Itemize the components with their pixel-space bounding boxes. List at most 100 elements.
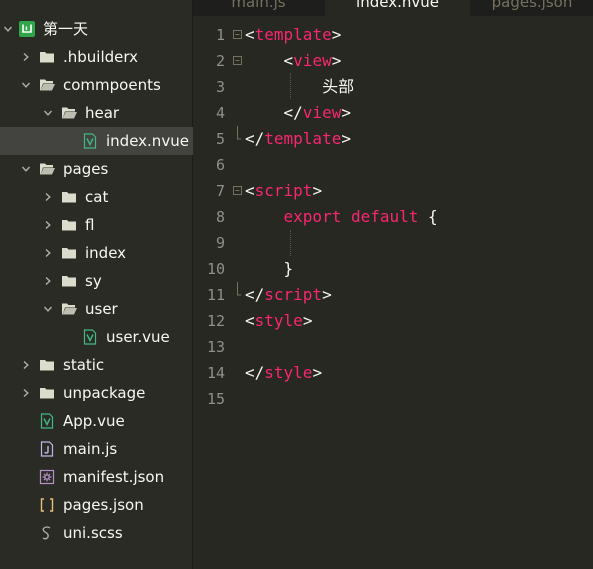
tab-main-js[interactable]: main.js — [193, 0, 324, 16]
tree-item-label: manifest.json — [63, 468, 165, 486]
code-token: 头部 — [322, 77, 355, 96]
folder-icon — [61, 273, 77, 289]
syntax-token: template — [254, 25, 332, 44]
tree-item-label: unpackage — [63, 384, 146, 402]
line-number: 12 — [206, 312, 225, 330]
file-row[interactable]: user.vue — [0, 323, 193, 351]
chevron-right-icon[interactable] — [20, 43, 32, 71]
syntax-token: export default — [283, 207, 419, 226]
tab-pages-json[interactable]: pages.json — [471, 0, 593, 16]
chevron-down-icon[interactable] — [42, 99, 54, 127]
chevron-right-icon[interactable] — [42, 183, 54, 211]
code-line[interactable]: 8 export default { — [193, 204, 593, 230]
folder-row[interactable]: hear — [0, 99, 193, 127]
line-number: 1 — [215, 26, 225, 44]
code-text: <style> — [245, 308, 312, 334]
code-line[interactable]: 15 — [193, 386, 593, 412]
code-token: } — [245, 259, 294, 278]
line-number: 8 — [215, 208, 225, 226]
chevron-right-icon[interactable] — [20, 379, 32, 407]
code-line[interactable]: 14 </style> — [193, 360, 593, 386]
code-token: > — [302, 311, 313, 330]
file-row[interactable]: pages.json — [0, 491, 193, 519]
syntax-token: script — [264, 285, 323, 304]
code-token: > — [331, 51, 342, 70]
code-token: > — [331, 25, 342, 44]
file-row[interactable]: index.nvue — [0, 127, 193, 155]
line-number: 9 — [215, 234, 225, 252]
folder-row[interactable]: static — [0, 351, 193, 379]
code-line[interactable]: 13 — [193, 334, 593, 360]
tree-item-label: fl — [85, 216, 95, 234]
tree-item-label: pages.json — [63, 496, 144, 514]
tab-index-nvue[interactable]: index.nvue — [325, 0, 470, 16]
tree-item-label: commpoents — [63, 76, 161, 94]
vue-file-icon — [82, 329, 98, 345]
code-line[interactable]: 9 — [193, 230, 593, 256]
chevron-down-icon[interactable] — [2, 15, 14, 43]
folder-open-icon — [61, 301, 77, 317]
code-token: </ — [245, 129, 265, 148]
syntax-token: style — [264, 363, 313, 382]
code-line[interactable]: 6 — [193, 152, 593, 178]
code-line[interactable]: 3 头部 — [193, 74, 593, 100]
code-line[interactable]: 5 </template> — [193, 126, 593, 152]
code-line[interactable]: 4 </view> — [193, 100, 593, 126]
folder-row[interactable]: user — [0, 295, 193, 323]
code-editor[interactable]: main.js index.nvue pages.json 1 <template… — [193, 0, 593, 569]
folder-row[interactable]: pages — [0, 155, 193, 183]
file-row[interactable]: manifest.json — [0, 463, 193, 491]
line-number: 3 — [215, 78, 225, 96]
project-root-row[interactable]: 第一天 — [0, 15, 193, 43]
chevron-down-icon[interactable] — [20, 155, 32, 183]
vue-file-icon — [39, 413, 55, 429]
folder-row[interactable]: fl — [0, 211, 193, 239]
folder-row[interactable]: .hbuilderx — [0, 43, 193, 71]
folder-row[interactable]: commpoents — [0, 71, 193, 99]
code-line[interactable]: 1 <template> — [193, 22, 593, 48]
tree-item-label: static — [63, 356, 105, 374]
syntax-token: view — [293, 51, 332, 70]
tree-item-label: sy — [85, 272, 102, 290]
code-line[interactable]: 12 <style> — [193, 308, 593, 334]
file-row[interactable]: uni.scss — [0, 519, 193, 547]
line-number: 10 — [206, 260, 225, 278]
folder-row[interactable]: cat — [0, 183, 193, 211]
chevron-right-icon[interactable] — [42, 211, 54, 239]
folder-row[interactable]: sy — [0, 267, 193, 295]
tab-bar: main.js index.nvue pages.json — [193, 0, 593, 16]
fold-toggle-icon[interactable] — [233, 48, 242, 74]
file-row[interactable]: App.vue — [0, 407, 193, 435]
chevron-right-icon[interactable] — [42, 267, 54, 295]
code-line[interactable]: 2 <view> — [193, 48, 593, 74]
tree-item-label: .hbuilderx — [63, 48, 139, 66]
folder-row[interactable]: unpackage — [0, 379, 193, 407]
chevron-down-icon[interactable] — [20, 71, 32, 99]
tree-item-label: pages — [63, 160, 109, 178]
line-number: 6 — [215, 156, 225, 174]
fold-toggle-icon[interactable] — [233, 178, 242, 204]
code-token: > — [322, 285, 332, 304]
code-token: > — [312, 181, 323, 200]
code-token: > — [341, 103, 351, 122]
tab-label: pages.json — [491, 0, 573, 11]
code-token: < — [245, 311, 255, 330]
tree-item-label: App.vue — [63, 412, 125, 430]
chevron-down-icon[interactable] — [42, 295, 54, 323]
line-number: 7 — [215, 182, 225, 200]
file-row[interactable]: main.js — [0, 435, 193, 463]
chevron-right-icon[interactable] — [42, 239, 54, 267]
code-line[interactable]: 10 } — [193, 256, 593, 282]
code-token: > — [312, 363, 323, 382]
code-line[interactable]: 7 <script> — [193, 178, 593, 204]
code-line[interactable]: 11 </script> — [193, 282, 593, 308]
fold-end-marker — [233, 282, 242, 308]
code-text: <script> — [245, 178, 322, 204]
code-text: <view> — [245, 48, 342, 74]
folder-row[interactable]: index — [0, 239, 193, 267]
fold-toggle-icon[interactable] — [233, 22, 242, 48]
code-text: </style> — [245, 360, 322, 386]
folder-open-icon — [61, 105, 77, 121]
chevron-right-icon[interactable] — [20, 351, 32, 379]
